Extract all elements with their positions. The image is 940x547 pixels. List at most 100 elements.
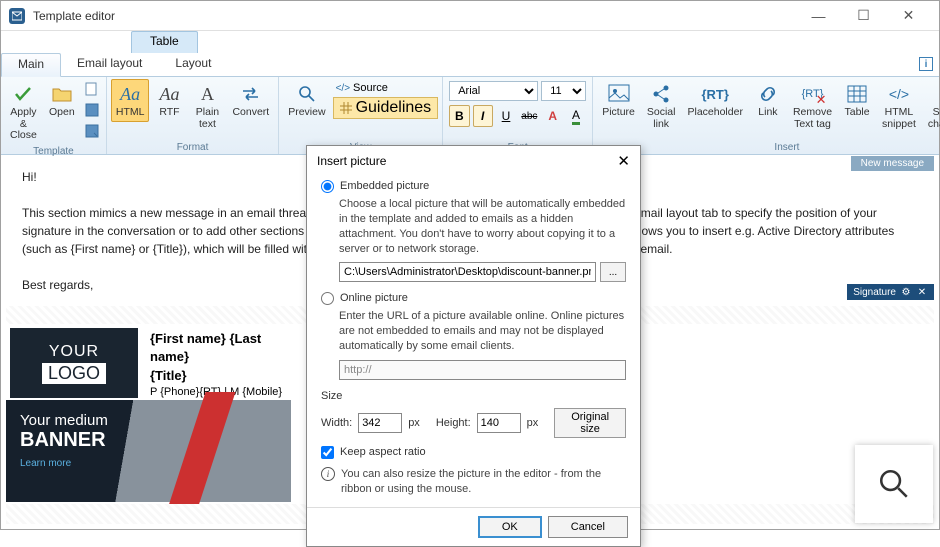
plain-a-icon: A bbox=[195, 82, 219, 106]
signature-label: Signature ⚙ ✕ bbox=[847, 284, 934, 300]
insert-picture-dialog: Insert picture ✕ Embedded picture Choose… bbox=[306, 145, 641, 547]
tab-strip: Main Email layout Layout i bbox=[1, 53, 939, 77]
info-icon[interactable]: i bbox=[919, 57, 933, 71]
magnifier-icon bbox=[295, 82, 319, 106]
rtf-button[interactable]: Aa RTF bbox=[151, 79, 187, 122]
online-radio[interactable] bbox=[321, 292, 334, 305]
banner: Your medium BANNER Learn more bbox=[6, 400, 291, 502]
bold-button[interactable]: B bbox=[449, 105, 469, 127]
embedded-path-input[interactable] bbox=[339, 262, 596, 282]
minimize-button[interactable]: — bbox=[796, 2, 841, 30]
font-color-button[interactable]: A bbox=[543, 105, 563, 127]
window-title: Template editor bbox=[33, 9, 115, 23]
width-unit: px bbox=[408, 417, 420, 429]
remove-tag-button[interactable]: {RT}✕Remove Text tag bbox=[788, 79, 837, 133]
keep-ratio-option[interactable]: Keep aspect ratio bbox=[321, 446, 626, 459]
embedded-desc: Choose a local picture that will be auto… bbox=[339, 197, 626, 256]
height-input[interactable] bbox=[477, 413, 521, 433]
picture-icon bbox=[607, 82, 631, 106]
code-icon: </> bbox=[887, 82, 911, 106]
html-snippet-button[interactable]: </>HTML snippet bbox=[877, 79, 921, 133]
embedded-option[interactable]: Embedded picture bbox=[321, 180, 626, 193]
close-icon[interactable]: ✕ bbox=[916, 286, 928, 298]
cancel-button[interactable]: Cancel bbox=[548, 516, 628, 538]
online-url-input[interactable] bbox=[339, 360, 626, 380]
dialog-title: Insert picture bbox=[317, 154, 386, 168]
italic-button[interactable]: I bbox=[473, 105, 493, 127]
highlight-button[interactable]: A bbox=[566, 105, 586, 127]
original-size-button[interactable]: Original size bbox=[554, 408, 626, 438]
source-icon: </> bbox=[336, 83, 350, 94]
close-button[interactable]: ✕ bbox=[886, 2, 931, 30]
picture-button[interactable]: Picture bbox=[597, 79, 640, 122]
convert-icon bbox=[239, 82, 263, 106]
height-unit: px bbox=[527, 417, 539, 429]
height-label: Height: bbox=[436, 417, 471, 429]
underline-button[interactable]: U bbox=[496, 105, 516, 127]
link-icon bbox=[756, 82, 780, 106]
tab-layout[interactable]: Layout bbox=[159, 53, 228, 76]
gear-icon[interactable]: ⚙ bbox=[900, 286, 912, 298]
group-template: Apply & Close Open Template bbox=[1, 77, 107, 154]
banner-learn-more[interactable]: Learn more bbox=[20, 458, 71, 469]
maximize-button[interactable]: ☐ bbox=[841, 2, 886, 30]
table-icon bbox=[845, 82, 869, 106]
tab-main[interactable]: Main bbox=[1, 53, 61, 77]
embedded-radio[interactable] bbox=[321, 180, 334, 193]
banner-line1: Your medium bbox=[20, 412, 277, 429]
rtf-aa-icon: Aa bbox=[157, 82, 181, 106]
logo-placeholder: YOUR LOGO bbox=[10, 328, 138, 398]
check-icon bbox=[11, 82, 35, 106]
context-tabs: Table bbox=[1, 31, 939, 53]
zoom-overlay[interactable] bbox=[855, 445, 933, 523]
placeholder-button[interactable]: {RT}Placeholder bbox=[682, 79, 747, 122]
size-label: Size bbox=[321, 390, 626, 402]
link-button[interactable]: Link bbox=[750, 79, 786, 122]
group-view: Preview </> Source Guidelines View bbox=[279, 77, 443, 154]
new-message-label: New message bbox=[851, 156, 934, 171]
strike-button[interactable]: abc bbox=[519, 105, 539, 127]
share-icon bbox=[649, 82, 673, 106]
group-font: Arial 11 B I U abc A A Font bbox=[443, 77, 593, 154]
dialog-close-button[interactable]: ✕ bbox=[617, 152, 630, 170]
save-as-icon[interactable] bbox=[82, 121, 102, 141]
resize-info: You can also resize the picture in the e… bbox=[341, 467, 626, 497]
width-input[interactable] bbox=[358, 413, 402, 433]
online-desc: Enter the URL of a picture available onl… bbox=[339, 309, 626, 354]
browse-button[interactable]: ... bbox=[600, 262, 626, 282]
table-button[interactable]: Table bbox=[839, 79, 875, 122]
keep-ratio-checkbox[interactable] bbox=[321, 446, 334, 459]
context-tab-table[interactable]: Table bbox=[131, 31, 198, 53]
titlebar: Template editor — ☐ ✕ bbox=[1, 1, 939, 31]
sig-name: {First name} {Last name} bbox=[150, 331, 261, 364]
html-aa-icon: Aa bbox=[118, 82, 142, 106]
html-button[interactable]: Aa HTML bbox=[111, 79, 150, 122]
sig-title: {Title} bbox=[150, 368, 187, 383]
placeholder-icon: {RT} bbox=[703, 82, 727, 106]
new-template-icon[interactable] bbox=[82, 79, 102, 99]
social-link-button[interactable]: Social link bbox=[642, 79, 681, 133]
group-format: Aa HTML Aa RTF A Plain text Convert Form… bbox=[107, 77, 279, 154]
preview-button[interactable]: Preview bbox=[283, 79, 330, 122]
width-label: Width: bbox=[321, 417, 352, 429]
save-icon[interactable] bbox=[82, 100, 102, 120]
info-icon: i bbox=[321, 467, 335, 481]
signature-info: {First name} {Last name} {Title} P {Phon… bbox=[142, 324, 291, 400]
ok-button[interactable]: OK bbox=[478, 516, 542, 538]
open-button[interactable]: Open bbox=[44, 79, 80, 122]
app-icon bbox=[9, 8, 25, 24]
guidelines-button[interactable]: Guidelines bbox=[333, 97, 439, 119]
online-option[interactable]: Online picture bbox=[321, 292, 626, 305]
ribbon: Apply & Close Open Template Aa HTML Aa R… bbox=[1, 77, 939, 155]
font-size-select[interactable]: 11 bbox=[541, 81, 586, 101]
banner-line2: BANNER bbox=[20, 429, 277, 452]
convert-button[interactable]: Convert bbox=[227, 79, 274, 122]
folder-icon bbox=[50, 82, 74, 106]
apply-close-button[interactable]: Apply & Close bbox=[5, 79, 42, 145]
source-button[interactable]: </> Source bbox=[333, 81, 439, 95]
group-label: Insert bbox=[597, 141, 940, 154]
plain-text-button[interactable]: A Plain text bbox=[189, 79, 225, 133]
special-char-button[interactable]: ΩSpecial character bbox=[923, 79, 940, 133]
tab-email-layout[interactable]: Email layout bbox=[61, 53, 159, 76]
font-name-select[interactable]: Arial bbox=[449, 81, 538, 101]
